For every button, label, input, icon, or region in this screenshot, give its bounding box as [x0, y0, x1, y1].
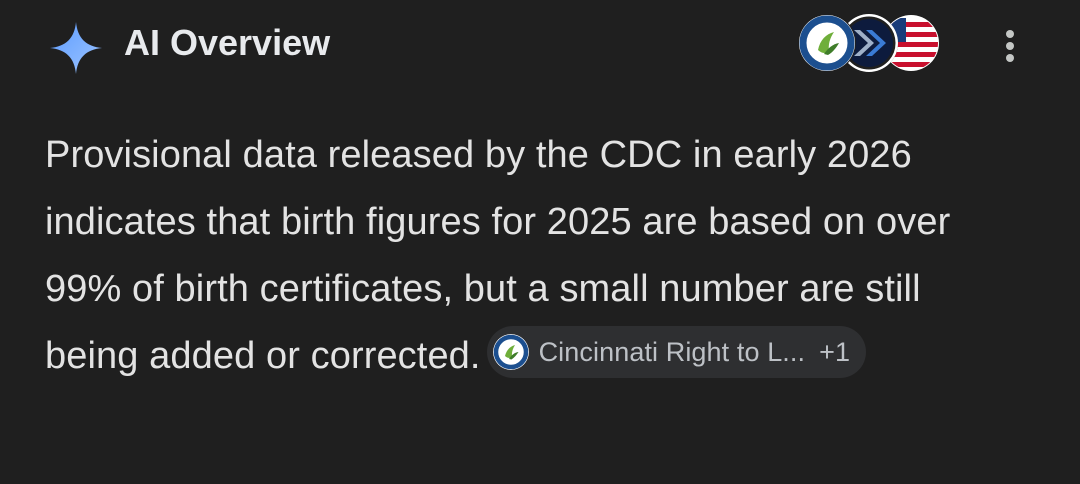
citation-count: +1 — [819, 336, 851, 367]
cincinnati-right-to-life-logo-icon — [492, 333, 529, 370]
ai-overview-panel: AI Overview Provisional data released by… — [0, 0, 1080, 484]
ai-overview-header: AI Overview — [42, 10, 1042, 80]
citation-chip[interactable]: Cincinnati Right to L... +1 — [486, 325, 867, 378]
more-vert-icon[interactable] — [1000, 26, 1020, 66]
cincinnati-right-to-life-logo-icon[interactable] — [798, 14, 856, 72]
ai-overview-title: AI Overview — [124, 22, 331, 63]
sparkle-icon — [46, 18, 106, 78]
source-favicons[interactable] — [798, 12, 940, 74]
overview-paragraph: Provisional data released by the CDC in … — [45, 122, 1005, 390]
citation-label: Cincinnati Right to L... — [538, 336, 806, 367]
